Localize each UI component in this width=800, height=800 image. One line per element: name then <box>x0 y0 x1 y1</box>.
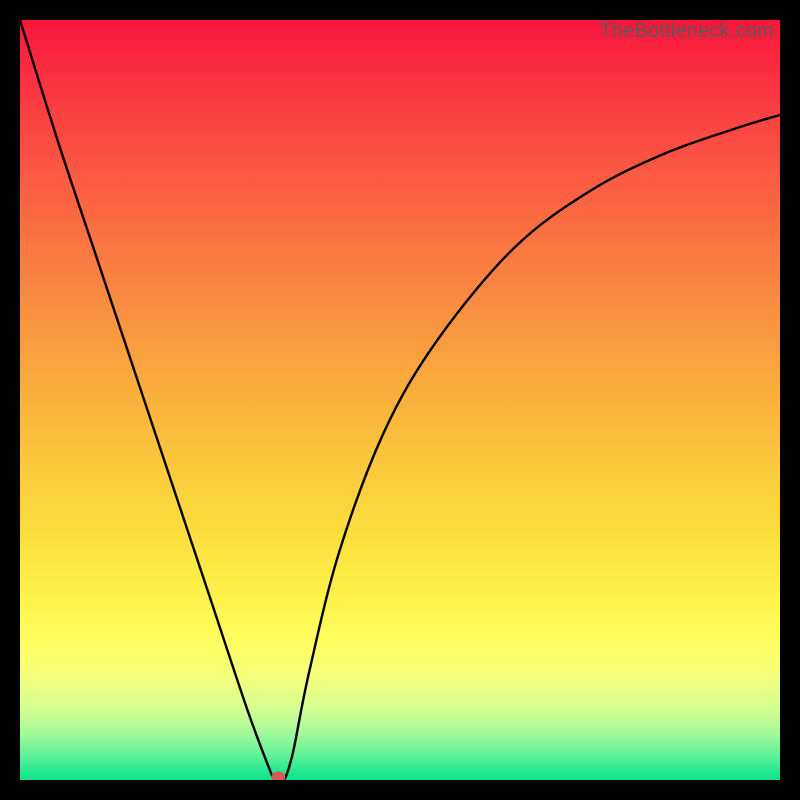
plot-frame: TheBottleneck.com <box>20 20 780 780</box>
bottleneck-chart <box>20 20 780 780</box>
watermark-text: TheBottleneck.com <box>599 20 774 43</box>
